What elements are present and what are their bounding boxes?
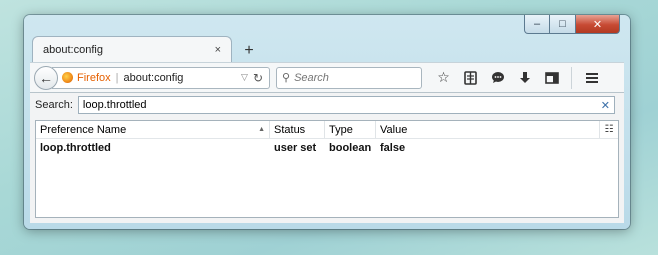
pref-name: loop.throttled xyxy=(40,141,111,154)
column-header-type[interactable]: Type xyxy=(325,121,376,138)
tab-close-icon[interactable]: × xyxy=(215,44,221,56)
browser-window: – □ ✕ about:config × + ← Firefox | about… xyxy=(24,15,630,229)
new-tab-button[interactable]: + xyxy=(236,40,262,62)
pref-status: user set xyxy=(274,141,317,154)
column-picker-icon[interactable]: ☷ xyxy=(600,121,618,138)
filter-field[interactable]: ✕ xyxy=(77,96,615,114)
filter-input[interactable] xyxy=(82,99,601,111)
sidebar-icon[interactable] xyxy=(538,67,565,89)
url-separator: | xyxy=(115,71,119,84)
pref-value: false xyxy=(380,141,406,154)
star-icon[interactable]: ☆ xyxy=(430,67,457,89)
table-header: Preference Name ▲ Status Type Value ☷ xyxy=(36,121,618,139)
window-controls: – □ ✕ xyxy=(524,15,620,35)
close-button[interactable]: ✕ xyxy=(576,15,620,34)
history-dropdown-icon[interactable]: ▽ xyxy=(241,72,248,83)
clear-filter-icon[interactable]: ✕ xyxy=(601,99,610,112)
download-icon[interactable] xyxy=(511,67,538,89)
column-header-status[interactable]: Status xyxy=(270,121,325,138)
preferences-table: Preference Name ▲ Status Type Value ☷ lo… xyxy=(35,120,619,218)
pref-type: boolean xyxy=(329,141,372,154)
filter-row: Search: ✕ xyxy=(30,93,624,117)
tab-about-config[interactable]: about:config × xyxy=(32,36,232,62)
tab-strip: about:config × + xyxy=(32,36,262,62)
back-button[interactable]: ← xyxy=(34,65,58,90)
reload-icon[interactable]: ↻ xyxy=(253,71,263,85)
search-icon: ⚲ xyxy=(282,72,291,84)
minimize-button[interactable]: – xyxy=(524,15,550,34)
url-text[interactable]: about:config xyxy=(123,72,241,84)
menu-icon[interactable] xyxy=(571,66,605,89)
tab-title: about:config xyxy=(43,43,103,56)
sort-ascending-icon: ▲ xyxy=(258,126,265,133)
identity-label[interactable]: Firefox xyxy=(77,72,111,84)
chat-icon[interactable] xyxy=(484,67,511,89)
table-row[interactable]: loop.throttled user set boolean false xyxy=(36,139,618,156)
about-config-page: Search: ✕ Preference Name ▲ Status Type … xyxy=(30,92,624,223)
firefox-icon xyxy=(62,72,73,83)
maximize-button[interactable]: □ xyxy=(550,15,576,34)
filter-label: Search: xyxy=(35,99,73,111)
column-header-name-label: Preference Name xyxy=(40,123,127,136)
column-header-value[interactable]: Value xyxy=(376,121,600,138)
reading-list-icon[interactable] xyxy=(457,67,484,89)
nav-toolbar: ← Firefox | about:config ▽ ↻ ⚲ ☆ xyxy=(30,62,624,92)
column-header-name[interactable]: Preference Name ▲ xyxy=(36,121,270,138)
search-bar[interactable]: ⚲ xyxy=(276,66,422,89)
url-bar[interactable]: Firefox | about:config ▽ ↻ xyxy=(52,66,270,89)
toolbar-icons: ☆ xyxy=(430,66,605,89)
search-input[interactable] xyxy=(294,71,405,84)
